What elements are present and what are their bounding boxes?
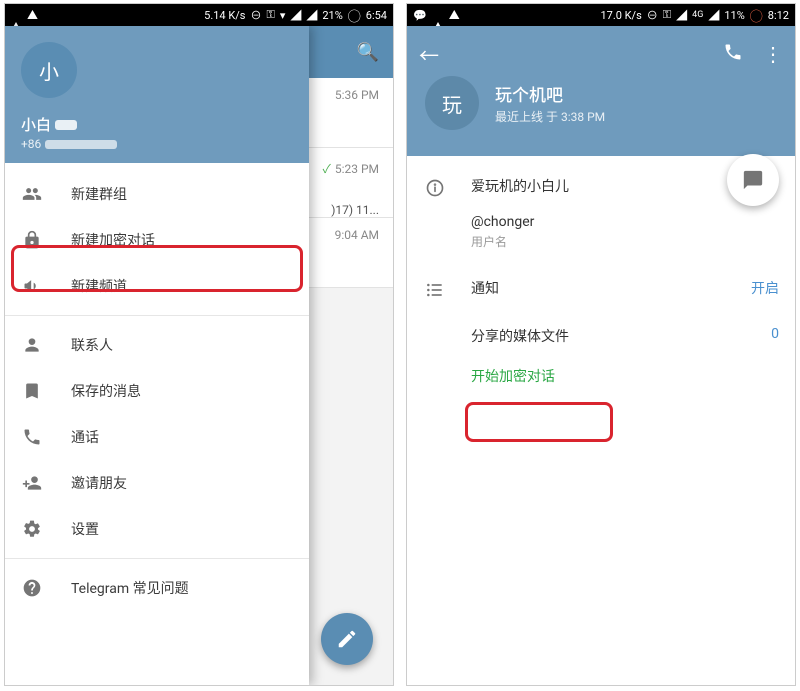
notifications-value: 开启 (751, 278, 779, 298)
status-bar: ▲ 5.14 K/s ⊖ ⚿ ▾ ◢ ◢ 21% ◯ 6:54 (5, 4, 393, 26)
username-label: 用户名 (471, 233, 779, 250)
drawer-new-channel[interactable]: 新建频道 (5, 263, 309, 309)
vpn-key-icon: ⚿ (663, 8, 671, 22)
drawer-item-label: 设置 (71, 519, 99, 539)
warn-icon: ▲ (449, 7, 460, 23)
shared-media-value: 0 (771, 326, 779, 346)
net-type: 4G (692, 10, 703, 20)
start-secret-chat[interactable]: 开始加密对话 (471, 360, 555, 400)
profile-last-seen: 最近上线 于 3:38 PM (495, 108, 605, 125)
list-icon (423, 278, 447, 300)
wechat-icon: 💬 (413, 9, 427, 22)
drawer-new-secret-chat[interactable]: 新建加密对话 (5, 217, 309, 263)
shared-media-label: 分享的媒体文件 (471, 326, 569, 346)
notifications-label: 通知 (471, 278, 499, 298)
battery-icon: ◯ (348, 6, 361, 25)
clock: 6:54 (366, 9, 387, 22)
battery-icon: ◯ (750, 6, 763, 25)
drawer-item-label: 保存的消息 (71, 381, 141, 401)
more-button[interactable]: ⋮ (763, 42, 783, 66)
signal2-icon: ◢ (306, 7, 317, 23)
pencil-icon (336, 628, 358, 650)
username-value[interactable]: @chonger (471, 214, 779, 230)
person-add-icon (21, 473, 43, 493)
bookmark-icon (21, 381, 43, 401)
net-speed: 5.14 K/s (204, 9, 245, 22)
compose-fab[interactable] (321, 613, 373, 665)
drawer-new-group[interactable]: 新建群组 (5, 171, 309, 217)
info-row: 爱玩机的小白儿 @chonger 用户名 (423, 176, 779, 250)
chat-time: 9:04 AM (335, 228, 379, 242)
message-fab[interactable] (727, 154, 779, 206)
notif-icon (433, 9, 443, 22)
dnd-icon: ⊖ (647, 7, 658, 23)
phone-icon (21, 427, 43, 447)
dnd-icon: ⊖ (250, 7, 261, 23)
divider (5, 558, 309, 559)
signal2-icon: ◢ (708, 7, 719, 23)
megaphone-icon (21, 276, 43, 296)
drawer-header[interactable]: 小 小白 +86 (5, 26, 309, 163)
signal-icon: ◢ (290, 7, 301, 23)
battery-pct: 21% (322, 9, 342, 22)
drawer-item-label: 新建频道 (71, 276, 127, 296)
status-bar: 💬 ▲ 17.0 K/s ⊖ ⚿ ◢ 4G ◢ 11% ◯ 8:12 (407, 4, 795, 26)
drawer-phone: +86 (21, 137, 293, 151)
group-icon (21, 184, 43, 204)
back-button[interactable]: ← (419, 40, 447, 69)
drawer-username: 小白 (21, 114, 293, 135)
drawer-contacts[interactable]: 联系人 (5, 322, 309, 368)
chat-icon (742, 169, 764, 191)
drawer-item-label: 新建群组 (71, 184, 127, 204)
profile-screen: ← ⋮ 玩 玩个机吧 最近上线 于 3:38 PM (407, 26, 795, 685)
warn-icon: ▲ (27, 7, 38, 23)
drawer-settings[interactable]: 设置 (5, 506, 309, 552)
profile-avatar[interactable]: 玩 (425, 76, 479, 130)
signal-icon: ◢ (676, 7, 687, 23)
notif-icon (11, 9, 21, 22)
contact-icon (21, 335, 43, 355)
battery-pct: 11% (724, 9, 744, 22)
chat-time: 5:36 PM (335, 88, 379, 102)
notifications-row[interactable]: 通知 开启 (471, 278, 779, 312)
drawer-faq[interactable]: Telegram 常见问题 (5, 565, 309, 611)
phone-right: 💬 ▲ 17.0 K/s ⊖ ⚿ ◢ 4G ◢ 11% ◯ 8:12 ← (406, 3, 796, 686)
phone-icon (723, 42, 743, 62)
drawer-item-label: 邀请朋友 (71, 473, 127, 493)
search-icon[interactable]: 🔍 (357, 42, 379, 63)
chat-time: 5:23 PM (335, 162, 379, 176)
chat-preview: )17) 11... (331, 203, 379, 217)
drawer-item-label: 通话 (71, 427, 99, 447)
help-icon (21, 578, 43, 598)
phone-left: ▲ 5.14 K/s ⊖ ⚿ ▾ ◢ ◢ 21% ◯ 6:54 🔍 5:36 P… (4, 3, 394, 686)
nav-drawer: 小 小白 +86 新建群组 新建加密对话 新建频道 (5, 26, 309, 685)
drawer-item-label: Telegram 常见问题 (71, 578, 189, 598)
wifi-icon: ▾ (280, 9, 286, 22)
profile-header: ← ⋮ 玩 玩个机吧 最近上线 于 3:38 PM (407, 26, 795, 156)
drawer-item-label: 联系人 (71, 335, 113, 355)
drawer-saved-messages[interactable]: 保存的消息 (5, 368, 309, 414)
info-icon (423, 176, 447, 198)
gear-icon (21, 519, 43, 539)
avatar: 小 (21, 42, 77, 98)
drawer-calls[interactable]: 通话 (5, 414, 309, 460)
divider (5, 315, 309, 316)
net-speed: 17.0 K/s (600, 9, 641, 22)
profile-name: 玩个机吧 (495, 81, 605, 106)
shared-media-row[interactable]: 分享的媒体文件 0 (471, 312, 779, 360)
call-button[interactable] (723, 42, 743, 67)
lock-icon (21, 230, 43, 250)
drawer-invite-friends[interactable]: 邀请朋友 (5, 460, 309, 506)
drawer-item-label: 新建加密对话 (71, 230, 155, 250)
check-icon: ✓ (323, 160, 331, 177)
vpn-key-icon: ⚿ (266, 8, 274, 22)
clock: 8:12 (768, 9, 789, 22)
